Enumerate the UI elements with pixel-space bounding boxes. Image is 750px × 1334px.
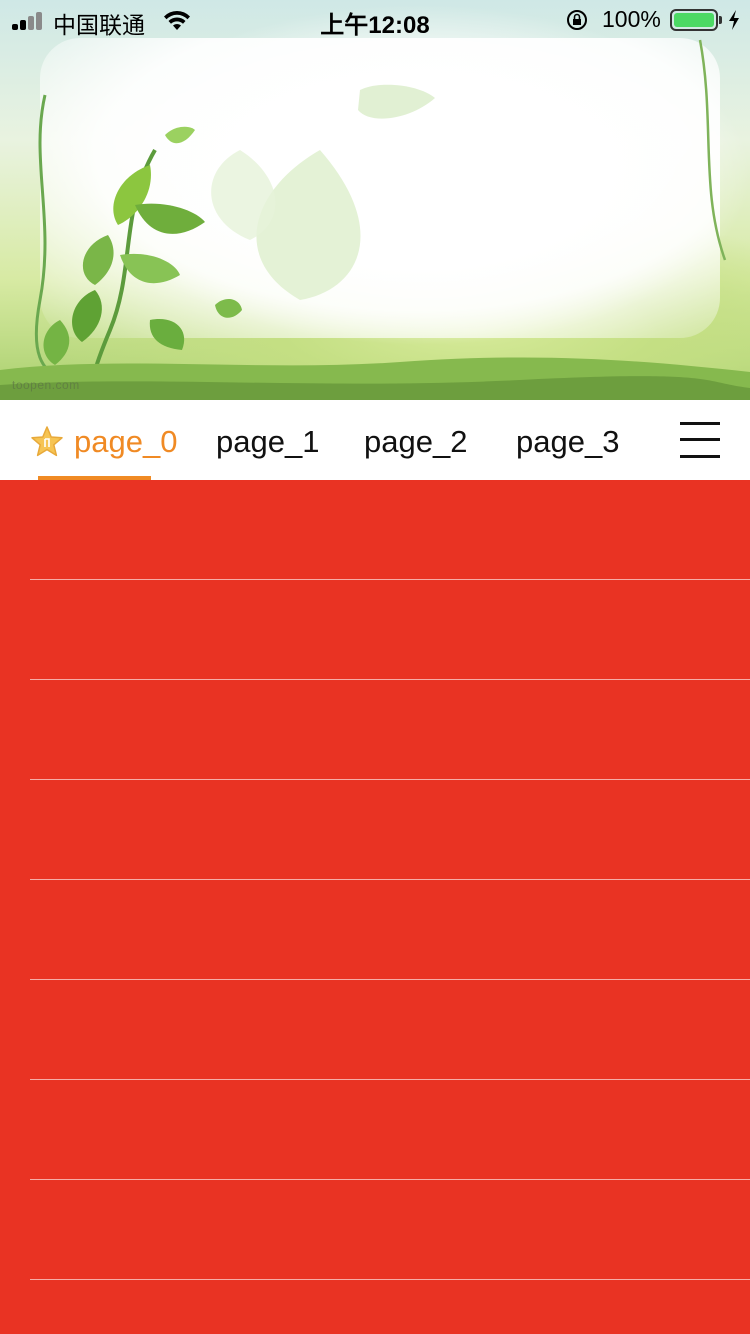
app-screen: toopen.com 中国联通 上午12:08 100% page_0 page…	[0, 0, 750, 1334]
content-list	[0, 480, 750, 1334]
banner-leaves-illustration	[0, 39, 750, 400]
list-item[interactable]	[30, 580, 750, 680]
battery-level-fill	[674, 13, 714, 27]
list-item[interactable]	[30, 480, 750, 580]
tab-label: page_0	[74, 423, 178, 459]
battery-cap	[719, 16, 722, 24]
star-icon	[31, 426, 63, 456]
list-item[interactable]	[30, 880, 750, 980]
hamburger-menu-icon[interactable]	[680, 422, 720, 458]
tab-label: page_1	[216, 423, 320, 459]
tab-bar: page_0 page_1 page_2 page_3	[0, 400, 750, 480]
tab-page-2[interactable]: page_2	[364, 400, 467, 480]
status-bar: 中国联通 上午12:08 100%	[0, 0, 750, 40]
list-item[interactable]	[30, 680, 750, 780]
list-item[interactable]	[30, 1180, 750, 1280]
tab-label: page_2	[364, 423, 468, 459]
battery-percentage: 100%	[602, 6, 661, 32]
tab-page-3[interactable]: page_3	[516, 400, 619, 480]
tab-label: page_3	[516, 423, 620, 459]
tab-page-1[interactable]: page_1	[216, 400, 319, 480]
tab-page-0[interactable]: page_0	[30, 400, 177, 480]
list-item[interactable]	[30, 1080, 750, 1180]
banner-watermark: toopen.com	[12, 378, 80, 392]
battery-icon	[670, 9, 718, 31]
list-item[interactable]	[30, 980, 750, 1080]
charging-bolt-icon	[729, 10, 739, 30]
header-banner-image: toopen.com	[0, 0, 750, 400]
list-item[interactable]	[30, 780, 750, 880]
orientation-lock-icon	[567, 10, 587, 30]
